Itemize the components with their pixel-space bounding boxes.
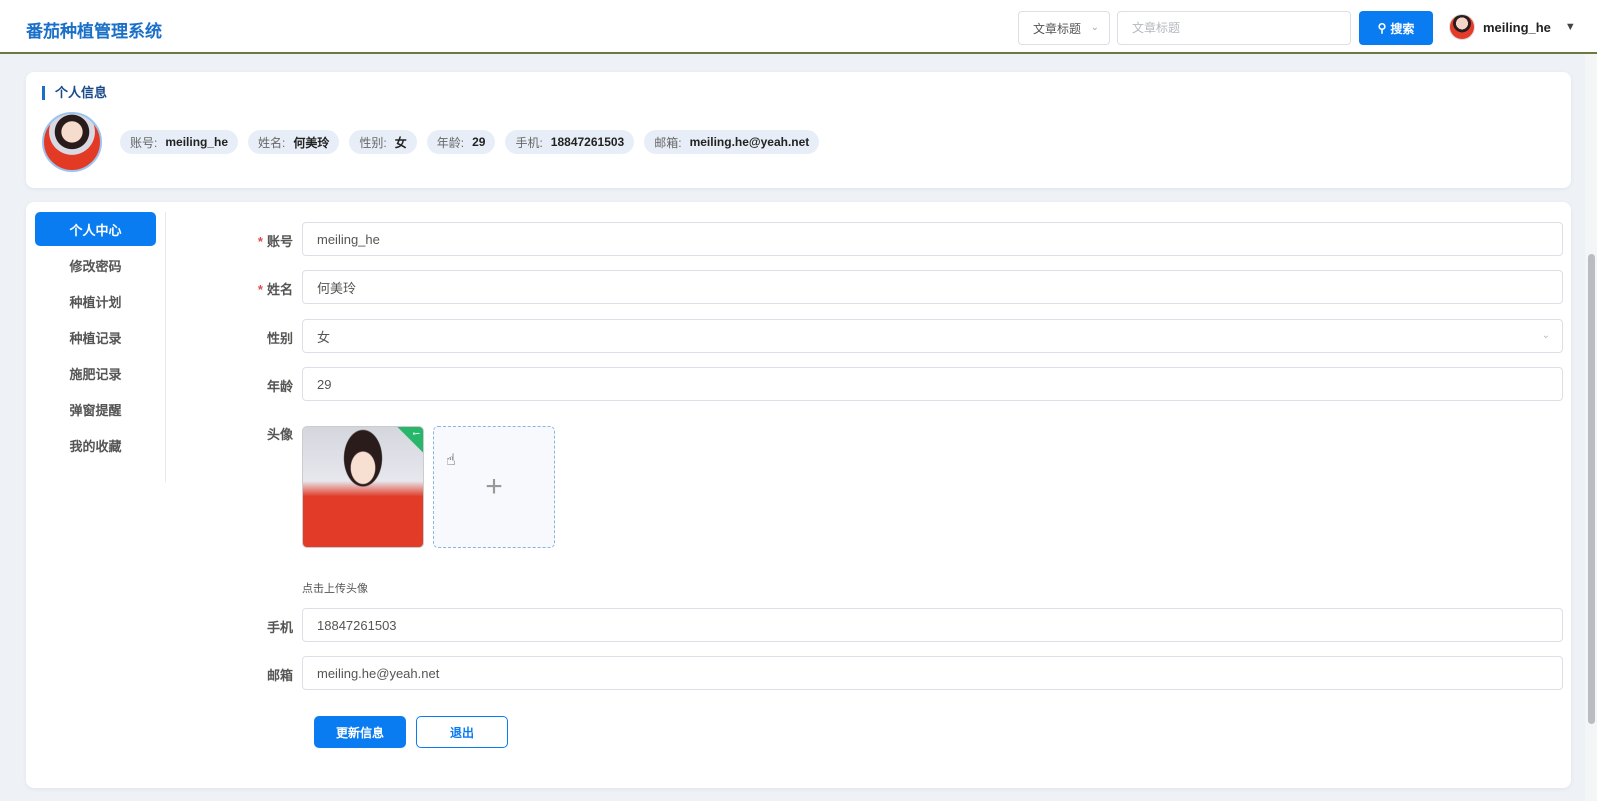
email-input[interactable]: meiling.he@yeah.net bbox=[302, 656, 1563, 690]
search-button-label: 搜索 bbox=[1390, 21, 1415, 36]
search-input[interactable] bbox=[1117, 11, 1351, 45]
profile-avatar bbox=[42, 112, 102, 172]
name-label-text: 姓名 bbox=[266, 282, 293, 297]
email-label: 邮箱 bbox=[266, 668, 293, 683]
phone-input[interactable]: 18847261503 bbox=[302, 608, 1563, 642]
search-type-value: 文章标题 bbox=[1033, 21, 1082, 36]
account-value: meiling_he bbox=[317, 231, 380, 247]
avatar-label: 头像 bbox=[266, 427, 293, 442]
menu-item-fertilizer-record[interactable]: 施肥记录 bbox=[35, 356, 156, 390]
email-value: meiling.he@yeah.net bbox=[317, 665, 440, 681]
avatar bbox=[1449, 14, 1475, 40]
phone-value: 18847261503 bbox=[317, 617, 397, 633]
caret-down-icon: ▼ bbox=[1564, 21, 1576, 33]
menu-item-change-password[interactable]: 修改密码 bbox=[35, 248, 156, 282]
plus-icon: + bbox=[485, 470, 503, 503]
phone-label: 手机 bbox=[266, 620, 293, 635]
gender-select[interactable]: 女 ⌄ bbox=[302, 319, 1563, 353]
chip-value: 29 bbox=[472, 135, 486, 149]
scrollbar-thumb[interactable] bbox=[1588, 254, 1595, 724]
user-menu[interactable]: meiling_he ▼ bbox=[1449, 13, 1576, 41]
avatar-upload-button[interactable]: + bbox=[433, 426, 555, 548]
check-icon: ✓ bbox=[396, 427, 423, 454]
user-name: meiling_he bbox=[1483, 19, 1551, 35]
side-menu: 个人中心 修改密码 种植计划 种植记录 施肥记录 弹窗提醒 我的收藏 bbox=[26, 212, 166, 482]
chip-label: 性别: bbox=[359, 135, 387, 150]
chip-account: 账号: meiling_he bbox=[120, 130, 239, 154]
pointer-cursor-icon: ☝ bbox=[446, 452, 456, 469]
avatar-photo[interactable]: ✓ bbox=[302, 426, 424, 548]
account-label-text: 账号 bbox=[266, 234, 293, 249]
chip-gender: 性别: 女 bbox=[349, 130, 417, 154]
info-chips: 账号: meiling_he 姓名: 何美玲 性别: 女 年龄: 29 手机: 18847… bbox=[120, 130, 820, 154]
menu-item-favorites[interactable]: 我的收藏 bbox=[35, 428, 156, 462]
chevron-down-icon: ⌄ bbox=[1541, 330, 1550, 341]
search-icon: ⚲ bbox=[1377, 21, 1387, 35]
chip-name: 姓名: 何美玲 bbox=[248, 130, 340, 154]
required-mark: * bbox=[257, 234, 263, 249]
section-title: 个人信息 bbox=[42, 86, 107, 100]
logout-button[interactable]: 退出 bbox=[416, 716, 508, 748]
upload-hint: 点击上传头像 bbox=[302, 583, 368, 595]
app-title: 番茄种植管理系统 bbox=[26, 22, 162, 41]
chip-email: 邮箱: meiling.he@yeah.net bbox=[644, 130, 820, 154]
gender-value: 女 bbox=[317, 329, 331, 345]
update-info-button[interactable]: 更新信息 bbox=[314, 716, 406, 748]
chip-label: 年龄: bbox=[436, 135, 465, 150]
account-label: * 账号 bbox=[201, 231, 293, 250]
required-mark: * bbox=[257, 282, 263, 297]
chip-value: 何美玲 bbox=[293, 135, 330, 150]
chip-value: meiling.he@yeah.net bbox=[689, 135, 810, 149]
menu-item-popup-reminder[interactable]: 弹窗提醒 bbox=[35, 392, 156, 426]
chip-value: 18847261503 bbox=[550, 135, 625, 149]
account-input[interactable]: meiling_he bbox=[302, 222, 1563, 256]
chip-label: 姓名: bbox=[258, 135, 286, 150]
name-value: 何美玲 bbox=[317, 280, 357, 296]
age-input[interactable]: 29 bbox=[302, 367, 1563, 401]
name-label: * 姓名 bbox=[201, 279, 293, 298]
chip-label: 邮箱: bbox=[654, 135, 682, 150]
gender-label: 性别 bbox=[266, 331, 293, 346]
age-label: 年龄 bbox=[266, 379, 293, 394]
menu-item-planting-plan[interactable]: 种植计划 bbox=[35, 284, 156, 318]
chip-value: meiling_he bbox=[165, 135, 229, 149]
age-value: 29 bbox=[317, 376, 332, 392]
chip-value: 女 bbox=[394, 135, 407, 150]
profile-info-card: 个人信息 账号: meiling_he 姓名: 何美玲 性别: 女 年龄: 29 手机:… bbox=[26, 72, 1571, 188]
chevron-down-icon: ⌄ bbox=[1090, 22, 1099, 33]
profile-main-card: 个人中心 修改密码 种植计划 种植记录 施肥记录 弹窗提醒 我的收藏 * 账号 m… bbox=[26, 202, 1571, 788]
chip-label: 账号: bbox=[130, 135, 158, 150]
search-button[interactable]: ⚲ 搜索 bbox=[1359, 11, 1433, 45]
top-header: 番茄种植管理系统 文章标题 ⌄ ⚲ 搜索 meiling_he ▼ bbox=[0, 0, 1597, 54]
name-input[interactable]: 何美玲 bbox=[302, 270, 1563, 304]
chip-phone: 手机: 18847261503 bbox=[505, 130, 635, 154]
menu-item-planting-record[interactable]: 种植记录 bbox=[35, 320, 156, 354]
menu-item-profile[interactable]: 个人中心 bbox=[35, 212, 156, 246]
chip-age: 年龄: 29 bbox=[426, 130, 496, 154]
scrollbar[interactable] bbox=[1585, 54, 1597, 801]
search-type-select[interactable]: 文章标题 ⌄ bbox=[1018, 11, 1110, 45]
chip-label: 手机: bbox=[515, 135, 543, 150]
